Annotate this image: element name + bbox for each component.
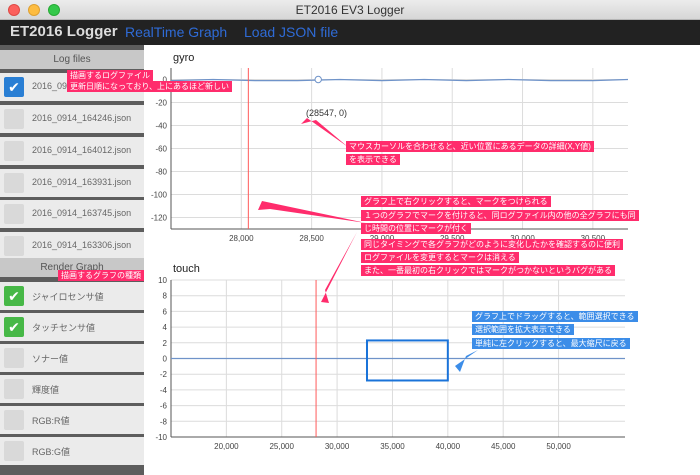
annotation-zoom-2: 選択範囲を拡大表示できる [472, 324, 574, 335]
arrow-zoom [455, 350, 478, 372]
annotation-mark-1: グラフ上で右クリックすると、マークをつけられる [361, 196, 551, 207]
annotation-zoom-1: グラフ上でドラッグすると、範囲選択できる [472, 311, 638, 322]
annotation-hover-2: を表示できる [346, 154, 400, 165]
annotation-log-file-2: 更新日順になっており、上にあるほど新しい [67, 81, 233, 92]
annotation-mark-2: １つのグラフでマークを付けると、同ログファイル内の他の全グラフにも同 [361, 210, 639, 221]
annotation-graph-type: 描画するグラフの種類 [58, 270, 144, 281]
annotation-hover-1: マウスカーソルを合わせると、近い位置にあるデータの詳細(X,Y値) [346, 141, 594, 152]
annotation-mark-5: ログファイルを変更するとマークは消える [361, 252, 519, 263]
arrow-mark-gyro [258, 201, 366, 223]
annotation-mark-6: また、一番最初の右クリックではマークがつかないというバグがある [361, 265, 615, 276]
arrow-hover [301, 118, 348, 147]
annotation-mark-4: 同じタイミングで各グラフがどのように変化したかを確認するのに便利 [361, 239, 623, 250]
annotation-zoom-3: 単純に左クリックすると、最大縮尺に戻る [472, 338, 630, 349]
annotation-log-file-1: 描画するログファイル [67, 70, 153, 81]
arrow-mark-touch [321, 232, 357, 303]
annotation-mark-3: じ時間の位置にマークが付く [361, 223, 471, 234]
